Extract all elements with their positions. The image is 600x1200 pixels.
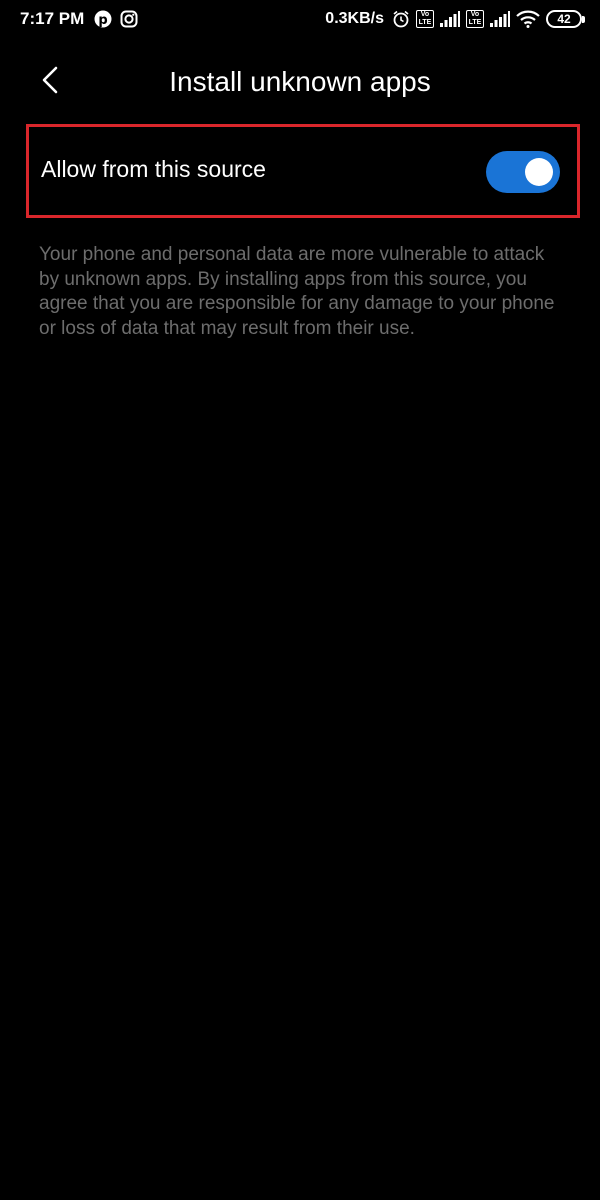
warning-description: Your phone and personal data are more vu… xyxy=(39,244,555,339)
battery-level: 42 xyxy=(557,12,571,26)
page-title: Install unknown apps xyxy=(169,66,431,97)
status-bar: 7:17 PM p 0.3KB/s Vo LTE Vo LTE 42 xyxy=(0,0,600,38)
header: Install unknown apps xyxy=(0,52,600,112)
status-time: 7:17 PM xyxy=(20,9,85,28)
status-bar-right: 0.3KB/s Vo LTE Vo LTE 42 xyxy=(325,8,585,30)
allow-from-source-row[interactable]: Allow from this source xyxy=(26,124,580,218)
volte-icon: Vo LTE xyxy=(466,10,484,28)
network-speed: 0.3KB/s xyxy=(325,10,384,27)
battery-icon: 42 xyxy=(546,10,585,28)
svg-text:p: p xyxy=(99,13,108,28)
wifi-icon xyxy=(516,10,540,28)
volte-icon: Vo LTE xyxy=(416,10,434,28)
toggle-knob xyxy=(525,158,553,186)
signal-icon xyxy=(490,11,510,27)
status-bar-left: 7:17 PM p xyxy=(20,8,146,30)
alarm-icon xyxy=(392,10,410,28)
volte-label-bottom: LTE xyxy=(418,19,432,26)
volte-label-top: Vo xyxy=(470,11,480,18)
volte-label-top: Vo xyxy=(420,11,430,18)
setting-label: Allow from this source xyxy=(41,156,266,182)
allow-from-source-toggle[interactable] xyxy=(486,151,560,193)
instagram-icon xyxy=(120,10,138,28)
signal-icon xyxy=(440,11,460,27)
volte-label-bottom: LTE xyxy=(468,19,482,26)
pinterest-icon: p xyxy=(94,10,112,28)
